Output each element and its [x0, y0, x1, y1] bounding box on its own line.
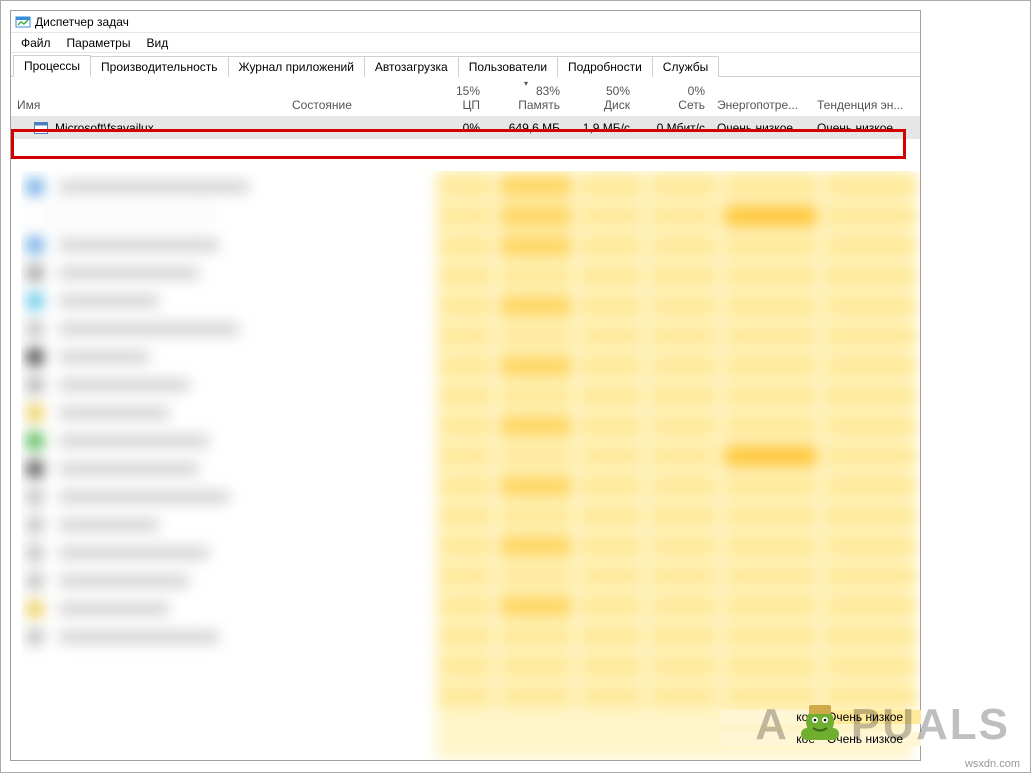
- col-trend[interactable]: Тенденция эн...: [811, 77, 911, 116]
- tab-app-history[interactable]: Журнал приложений: [228, 56, 365, 77]
- source-url: wsxdn.com: [965, 758, 1020, 770]
- col-network-stat: 0%: [688, 84, 705, 98]
- col-cpu-label: ЦП: [462, 98, 480, 112]
- col-disk[interactable]: 50% Диск: [566, 77, 636, 116]
- row-network: 0 Мбит/с: [636, 121, 711, 135]
- col-network-label: Сеть: [678, 98, 705, 112]
- titlebar[interactable]: Диспетчер задач: [11, 11, 920, 33]
- col-network[interactable]: 0% Сеть: [636, 77, 711, 116]
- col-disk-label: Диск: [604, 98, 630, 112]
- table-row[interactable]: Microsoft\fsavailux 0% 649,6 МБ 1,9 МБ/с…: [11, 117, 920, 139]
- tab-users[interactable]: Пользователи: [458, 56, 558, 77]
- task-manager-icon: [15, 14, 31, 30]
- task-manager-window: Диспетчер задач Файл Параметры Вид Проце…: [10, 10, 921, 761]
- mascot-icon: [793, 698, 847, 752]
- row-disk: 1,9 МБ/с: [566, 121, 636, 135]
- col-name-label: Имя: [17, 98, 40, 112]
- tabstrip: Процессы Производительность Журнал прило…: [11, 53, 920, 77]
- tab-details[interactable]: Подробности: [557, 56, 653, 77]
- col-trend-label: Тенденция эн...: [817, 98, 903, 112]
- col-memory-label: Память: [518, 98, 560, 112]
- col-memory[interactable]: ▾ 83% Память: [486, 77, 566, 116]
- menubar: Файл Параметры Вид: [11, 33, 920, 53]
- blurred-area: [21, 171, 920, 760]
- tab-performance[interactable]: Производительность: [90, 56, 228, 77]
- tab-processes[interactable]: Процессы: [13, 55, 91, 77]
- row-memory: 649,6 МБ: [486, 121, 566, 135]
- row-name: Microsoft\fsavailux: [55, 121, 154, 135]
- menu-view[interactable]: Вид: [138, 34, 176, 52]
- col-power[interactable]: Энергопотре...: [711, 77, 811, 116]
- col-disk-stat: 50%: [606, 84, 630, 98]
- chevron-down-icon: ▾: [524, 79, 528, 88]
- window-title: Диспетчер задач: [35, 15, 129, 29]
- col-memory-stat: 83%: [536, 84, 560, 98]
- col-status[interactable]: Состояние: [286, 77, 426, 116]
- row-name-cell: Microsoft\fsavailux: [11, 120, 286, 136]
- row-trend: Очень низкое: [811, 121, 911, 135]
- col-name[interactable]: Имя: [11, 77, 286, 116]
- window-icon: [33, 120, 49, 136]
- row-power: Очень низкое: [711, 121, 811, 135]
- row-cpu: 0%: [426, 121, 486, 135]
- watermark: A PUALS: [755, 698, 1010, 752]
- column-headers: Имя Состояние 15% ЦП ▾ 83% Память 50% Ди…: [11, 77, 920, 117]
- tab-services[interactable]: Службы: [652, 56, 719, 77]
- col-cpu-stat: 15%: [456, 84, 480, 98]
- menu-file[interactable]: Файл: [13, 34, 59, 52]
- col-cpu[interactable]: 15% ЦП: [426, 77, 486, 116]
- watermark-text-b: PUALS: [851, 700, 1010, 750]
- outer-frame: Диспетчер задач Файл Параметры Вид Проце…: [0, 0, 1031, 773]
- col-power-label: Энергопотре...: [717, 98, 798, 112]
- tab-startup[interactable]: Автозагрузка: [364, 56, 459, 77]
- col-status-label: Состояние: [292, 98, 352, 112]
- watermark-text-a: A: [755, 700, 789, 750]
- menu-options[interactable]: Параметры: [59, 34, 139, 52]
